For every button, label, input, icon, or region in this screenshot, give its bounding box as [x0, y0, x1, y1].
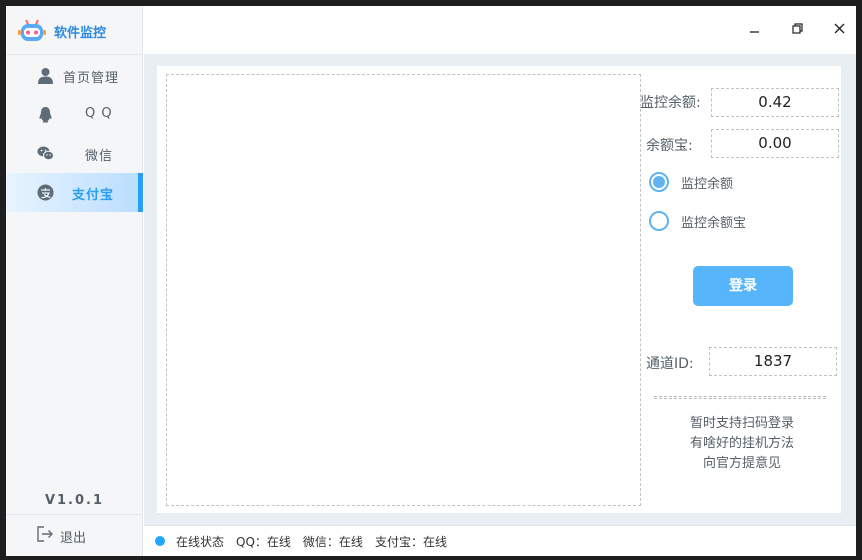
qq-icon	[37, 106, 54, 123]
radio-circle	[649, 211, 669, 231]
sidebar-item-alipay[interactable]: 支付宝	[6, 173, 143, 212]
divider	[6, 54, 143, 55]
status-qq: QQ：在线	[236, 534, 291, 549]
radio-label: 监控余额	[681, 176, 734, 192]
restore-icon[interactable]	[789, 20, 807, 38]
yuebao-label: 余额宝:	[646, 138, 693, 154]
user-icon	[37, 67, 54, 84]
qr-code-area	[166, 74, 641, 506]
sidebar-item-qq[interactable]: Q Q	[6, 95, 143, 134]
version-label: V1.0.1	[44, 493, 105, 508]
radio-monitor-balance[interactable]: 监控余额	[649, 172, 733, 192]
sidebar-item-home[interactable]: 首页管理	[6, 56, 143, 95]
status-alipay: 支付宝：在线	[374, 534, 447, 549]
radio-monitor-yuebao[interactable]: 监控余额宝	[649, 211, 746, 231]
title-bar	[143, 6, 856, 54]
app-title: 软件监控	[54, 25, 107, 41]
active-indicator	[138, 173, 143, 212]
tip-line: 向官方提意见	[702, 456, 781, 471]
sidebar-item-label: 首页管理	[63, 71, 120, 86]
brand: 软件监控	[18, 17, 106, 45]
tip-line: 暂时支持扫码登录	[689, 416, 794, 431]
tip-line: 有啥好的挂机方法	[689, 436, 794, 451]
sidebar-item-label: Q Q	[85, 106, 113, 121]
balance-label: 监控余额:	[640, 95, 701, 111]
robot-logo-icon	[18, 19, 46, 43]
minimize-icon[interactable]	[746, 20, 764, 38]
status-label: 在线状态	[176, 534, 225, 549]
tips-text: 暂时支持扫码登录 有啥好的挂机方法 向官方提意见	[649, 414, 835, 474]
status-wechat: 微信：在线	[302, 534, 363, 549]
online-status-dot	[155, 536, 165, 546]
sidebar-item-label: 支付宝	[72, 188, 115, 203]
login-button[interactable]: 登录	[693, 266, 793, 306]
wechat-icon	[37, 145, 54, 162]
sidebar: 软件监控 首页管理 Q Q 微信 支付宝 V1.0.1 退出	[6, 6, 143, 556]
logout-button[interactable]: 退出	[36, 526, 86, 546]
divider	[654, 396, 826, 399]
app-window: 软件监控 首页管理 Q Q 微信 支付宝 V1.0.1 退出 监控余额: 0.4…	[6, 6, 856, 556]
status-bar: 在线状态 QQ：在线 微信：在线 支付宝：在线	[144, 525, 856, 556]
yuebao-field[interactable]: 0.00	[711, 129, 839, 158]
alipay-icon	[37, 184, 54, 201]
radio-label: 监控余额宝	[681, 215, 747, 231]
close-icon[interactable]	[831, 20, 849, 38]
main-content: 监控余额: 0.42 余额宝: 0.00 监控余额 监控余额宝 登录 通道ID:…	[144, 54, 856, 525]
channel-id-field[interactable]: 1837	[709, 347, 837, 376]
divider	[6, 514, 143, 515]
alipay-panel: 监控余额: 0.42 余额宝: 0.00 监控余额 监控余额宝 登录 通道ID:…	[157, 66, 841, 513]
sidebar-item-wechat[interactable]: 微信	[6, 134, 143, 173]
logout-label: 退出	[60, 530, 87, 546]
radio-circle	[649, 172, 669, 192]
logout-icon	[36, 526, 54, 546]
sidebar-item-label: 微信	[85, 149, 114, 164]
balance-field[interactable]: 0.42	[711, 88, 839, 117]
channel-id-label: 通道ID:	[646, 356, 694, 372]
